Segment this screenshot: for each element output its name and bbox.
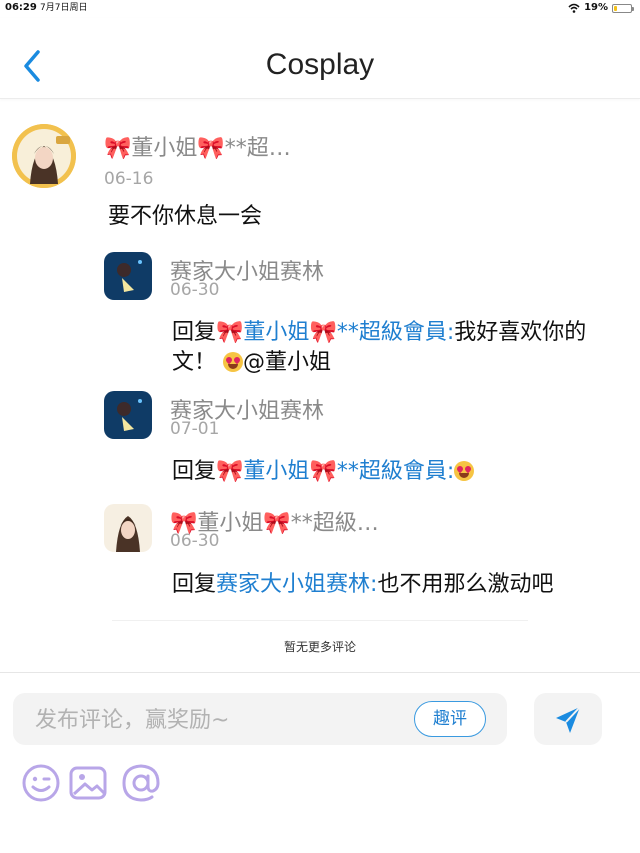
comment-text: 要不你休息一会 [108, 204, 263, 229]
reply-text: 回复🎀董小姐🎀**超級會員:我好喜欢你的 文！ @董小姐 [172, 320, 587, 375]
heart-eyes-emoji-icon [454, 461, 475, 481]
reply-avatar[interactable] [104, 252, 152, 300]
send-icon [556, 706, 581, 733]
emoji-icon [22, 764, 60, 802]
image-button[interactable] [67, 762, 109, 804]
reply-target-link[interactable]: 🎀董小姐🎀**超級會員: [216, 459, 454, 484]
mention-text: @董小姐 [243, 350, 332, 375]
mention-icon [122, 764, 160, 802]
no-more-comments: 暂无更多评论 [283, 640, 356, 654]
page-title: Cosplay [265, 48, 375, 81]
comment-input-box: 趣评 [13, 693, 507, 745]
comment-author[interactable]: 🎀董小姐🎀**超… [104, 130, 291, 162]
reply-text: 回复🎀董小姐🎀**超級會員: [172, 457, 475, 487]
avatar-image [104, 252, 152, 300]
battery-percent: 19% [584, 2, 608, 13]
image-icon [69, 766, 107, 800]
reply-date: 06-30 [170, 531, 220, 551]
battery-icon [612, 3, 634, 13]
wifi-icon [568, 3, 580, 13]
status-time: 06:29 [5, 2, 37, 13]
status-right: 19% [568, 0, 634, 16]
send-button[interactable] [534, 693, 602, 745]
nav-header: Cosplay [0, 18, 640, 99]
reply-target-link[interactable]: 🎀董小姐🎀**超級會員: [216, 320, 454, 345]
fun-comment-button[interactable]: 趣评 [414, 701, 486, 737]
reply-avatar[interactable] [104, 391, 152, 439]
bottom-divider [0, 672, 640, 673]
mention-button[interactable] [120, 762, 162, 804]
avatar[interactable] [12, 124, 76, 188]
reply-prefix: 回复 [172, 320, 217, 345]
reply-prefix: 回复 [172, 459, 217, 484]
reply-text: 回复赛家大小姐赛林:也不用那么激动吧 [172, 572, 554, 597]
heart-eyes-emoji-icon [223, 352, 244, 372]
reply-date: 07-01 [170, 419, 220, 439]
divider [112, 620, 528, 621]
emoji-button[interactable] [20, 762, 62, 804]
avatar-image [104, 391, 152, 439]
reply-prefix: 回复 [172, 572, 217, 597]
status-bar: 06:29 7月7日周日 19% [0, 0, 640, 16]
comment-date: 06-16 [104, 169, 154, 189]
avatar-image [12, 124, 76, 188]
avatar-image [104, 504, 152, 552]
status-date: 7月7日周日 [40, 3, 88, 13]
reply-target-link[interactable]: 赛家大小姐赛林: [216, 572, 377, 597]
reply-avatar[interactable] [104, 504, 152, 552]
reply-date: 06-30 [170, 280, 220, 300]
comment-input[interactable] [33, 703, 397, 737]
